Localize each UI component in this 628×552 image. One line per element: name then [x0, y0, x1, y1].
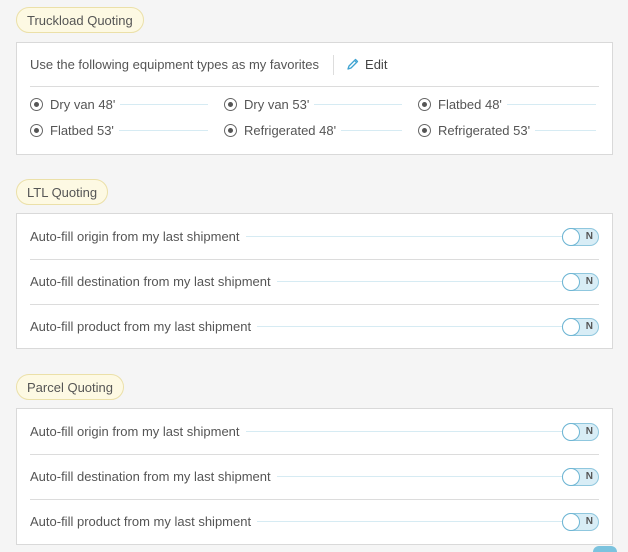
- leader-line: [314, 103, 402, 105]
- leader-line: [276, 476, 562, 477]
- favorites-label: Use the following equipment types as my …: [30, 57, 320, 72]
- divider: [333, 54, 335, 75]
- toggle-state: N: [585, 470, 593, 482]
- option-label: Auto-fill destination from my last shipm…: [30, 469, 271, 484]
- partially-visible-button[interactable]: [593, 546, 617, 552]
- truckload-section-title: Truckload Quoting: [16, 7, 144, 33]
- equipment-option[interactable]: Dry van 53': [224, 95, 402, 113]
- equipment-label: Refrigerated 53': [438, 122, 531, 138]
- toggle-switch[interactable]: N: [562, 272, 599, 291]
- parcel-section-title: Parcel Quoting: [16, 374, 124, 400]
- edit-button[interactable]: Edit: [346, 57, 387, 72]
- leader-line: [120, 103, 208, 105]
- equipment-option[interactable]: Dry van 48': [30, 95, 208, 113]
- toggle-switch[interactable]: N: [562, 227, 599, 246]
- ltl-panel: Auto-fill origin from my last shipment N…: [16, 213, 613, 349]
- equipment-option[interactable]: Refrigerated 48': [224, 121, 402, 139]
- favorites-row: Use the following equipment types as my …: [30, 43, 599, 87]
- option-label: Auto-fill product from my last shipment: [30, 319, 252, 334]
- ltl-option-product: Auto-fill product from my last shipment …: [30, 304, 599, 349]
- toggle-knob: [562, 317, 580, 336]
- equipment-label: Flatbed 48': [438, 96, 502, 112]
- leader-line: [257, 521, 562, 522]
- parcel-option-product: Auto-fill product from my last shipment …: [30, 499, 599, 544]
- toggle-state: N: [585, 275, 593, 287]
- option-label: Auto-fill origin from my last shipment: [30, 424, 240, 439]
- option-label: Auto-fill product from my last shipment: [30, 514, 252, 529]
- toggle-knob: [562, 227, 580, 246]
- parcel-option-origin: Auto-fill origin from my last shipment N: [30, 409, 599, 455]
- toggle-knob: [562, 512, 580, 531]
- toggle-state: N: [585, 425, 593, 437]
- toggle-switch[interactable]: N: [562, 512, 599, 531]
- equipment-label: Refrigerated 48': [244, 122, 337, 138]
- toggle-knob: [562, 467, 580, 486]
- ltl-section-title: LTL Quoting: [16, 179, 109, 205]
- radio-selected-icon[interactable]: [418, 123, 431, 137]
- radio-selected-icon[interactable]: [30, 123, 43, 137]
- toggle-switch[interactable]: N: [562, 467, 599, 486]
- edit-label: Edit: [365, 57, 388, 72]
- leader-line: [341, 129, 402, 131]
- radio-selected-icon[interactable]: [224, 123, 237, 137]
- leader-line: [506, 103, 596, 105]
- leader-line: [257, 326, 562, 327]
- parcel-option-destination: Auto-fill destination from my last shipm…: [30, 454, 599, 500]
- toggle-switch[interactable]: N: [562, 317, 599, 336]
- toggle-knob: [562, 422, 580, 441]
- pencil-icon: [347, 58, 359, 70]
- equipment-option[interactable]: Flatbed 53': [30, 121, 208, 139]
- ltl-option-origin: Auto-fill origin from my last shipment N: [30, 214, 599, 260]
- toggle-knob: [562, 272, 580, 291]
- equipment-option[interactable]: Refrigerated 53': [418, 121, 596, 139]
- parcel-panel: Auto-fill origin from my last shipment N…: [16, 408, 613, 545]
- equipment-option[interactable]: Flatbed 48': [418, 95, 596, 113]
- leader-line: [245, 431, 562, 432]
- ltl-option-destination: Auto-fill destination from my last shipm…: [30, 259, 599, 305]
- option-label: Auto-fill origin from my last shipment: [30, 229, 240, 244]
- toggle-switch[interactable]: N: [562, 422, 599, 441]
- option-label: Auto-fill destination from my last shipm…: [30, 274, 271, 289]
- truckload-panel: Use the following equipment types as my …: [16, 42, 613, 155]
- leader-line: [118, 129, 208, 131]
- leader-line: [245, 236, 562, 237]
- radio-selected-icon[interactable]: [30, 97, 43, 111]
- toggle-state: N: [585, 515, 593, 527]
- equipment-label: Dry van 48': [50, 96, 116, 112]
- leader-line: [535, 129, 596, 131]
- leader-line: [276, 281, 562, 282]
- equipment-grid: Dry van 48' Dry van 53' Flatbed 48' Flat…: [30, 95, 596, 139]
- toggle-state: N: [585, 320, 593, 332]
- radio-selected-icon[interactable]: [418, 97, 431, 111]
- equipment-label: Dry van 53': [244, 96, 310, 112]
- equipment-label: Flatbed 53': [50, 122, 114, 138]
- toggle-state: N: [585, 230, 593, 242]
- radio-selected-icon[interactable]: [224, 97, 237, 111]
